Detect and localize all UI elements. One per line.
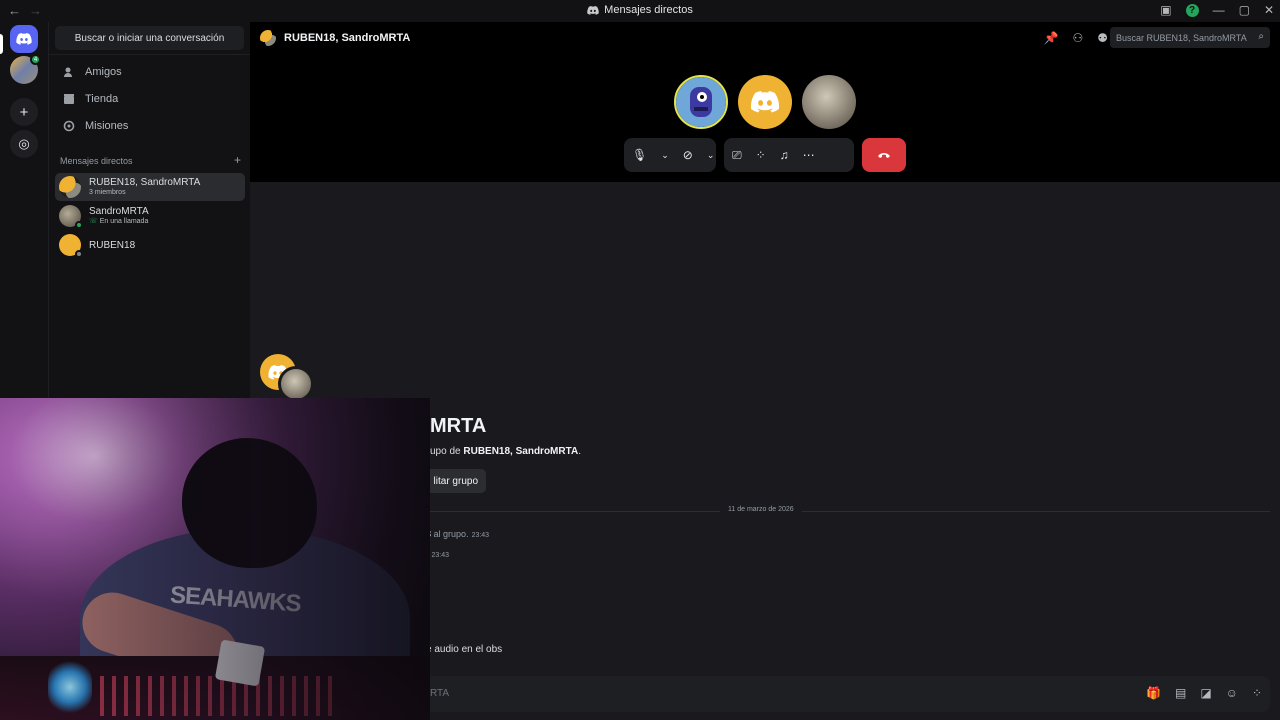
direct-messages-button[interactable] [10, 25, 38, 53]
dm-section-title: Mensajes directos [60, 156, 133, 166]
add-server-button[interactable]: + [10, 98, 38, 126]
timestamp: 23:43 [471, 532, 490, 539]
dm-name: RUBEN18 [89, 239, 136, 251]
sidebar-item-label: Misiones [85, 120, 129, 132]
discord-logo-icon [750, 91, 780, 113]
participant-avatar[interactable] [738, 75, 792, 129]
robot-avatar-icon [676, 77, 726, 127]
unread-badge: 4 [30, 54, 41, 65]
sticker-icon[interactable]: ◪ [1200, 686, 1211, 700]
dm-item-sandromrta[interactable]: SandroMRTA ☏ En una llamada [55, 202, 245, 230]
pin-icon[interactable]: 📌 [1044, 31, 1059, 45]
minimize-button[interactable]: — [1213, 3, 1225, 17]
search-input[interactable]: Buscar RUBEN18, SandroMRTA ⌕ [1110, 27, 1270, 48]
more-options-icon[interactable]: ⋯ [803, 148, 815, 162]
create-dm-button[interactable]: + [234, 153, 241, 167]
window-title-text: Mensajes directos [604, 4, 693, 16]
title-bar: ← → Mensajes directos ▣ ? — ▢ ✕ [0, 0, 1280, 22]
channel-title: RUBEN18, SandroMRTA [284, 32, 411, 44]
maximize-button[interactable]: ▢ [1239, 3, 1250, 17]
participant-avatar[interactable] [802, 75, 856, 129]
compass-icon: ◎ [18, 136, 30, 151]
plus-icon: + [19, 103, 29, 121]
dm-name: RUBEN18, SandroMRTA [89, 177, 201, 188]
channel-header: RUBEN18, SandroMRTA 📌 ⚇ ⚉ Buscar RUBEN18… [250, 22, 1280, 54]
inbox-icon[interactable]: ▣ [1160, 3, 1171, 17]
discord-logo-icon [16, 33, 32, 45]
window-title: Mensajes directos [0, 4, 1280, 16]
microphone-icon[interactable]: 🎙 [632, 148, 647, 162]
activities-icon[interactable]: ⁘ [756, 148, 766, 162]
dm-section-header: Mensajes directos + [60, 153, 241, 167]
avatar [59, 234, 83, 258]
close-button[interactable]: ✕ [1264, 3, 1274, 17]
message-text: e audio en el obs [426, 644, 503, 655]
group-dm-shortcut[interactable]: 4 [10, 54, 41, 84]
dm-name: SandroMRTA [89, 206, 149, 217]
date-label: 11 de marzo de 2026 [720, 506, 802, 513]
screen-share-icon[interactable]: ⎚ [732, 148, 742, 163]
dm-subtitle: 3 miembros [89, 189, 126, 196]
search-placeholder: Buscar RUBEN18, SandroMRTA [1116, 32, 1247, 43]
dm-subtitle: ☏ En una llamada [89, 218, 149, 225]
window-controls: ▣ ? — ▢ ✕ [1160, 3, 1274, 17]
disconnect-button[interactable] [862, 138, 906, 172]
edit-group-button[interactable]: litar grupo [422, 469, 486, 493]
call-controls: 🎙 ⌄ ⊘ ⌄ ⎚ ⁘ ♫ ⋯ [624, 138, 906, 172]
soundboard-icon[interactable]: ♫ [780, 148, 789, 162]
shop-icon [62, 93, 75, 106]
group-avatar [59, 176, 81, 198]
date-divider: 11 de marzo de 2026 [420, 506, 1270, 513]
add-friends-icon[interactable]: ⚇ [1072, 31, 1083, 45]
avatar [59, 205, 83, 229]
webcam-shading [0, 398, 430, 720]
discord-logo-icon [587, 5, 599, 15]
system-message: 3 al grupo.23:43 [426, 529, 490, 539]
find-conversation-button[interactable]: Buscar o iniciar una conversación [55, 26, 244, 50]
message-composer[interactable]: RTA 🎁 ▤ ◪ ☺ ⁘ [420, 676, 1270, 712]
timestamp: 23:43 [431, 552, 450, 559]
chat-description: upo de RUBEN18, SandroMRTA. [430, 446, 581, 457]
offline-status-dot [75, 250, 83, 258]
composer-placeholder: RTA [430, 688, 450, 699]
friends-icon [62, 66, 75, 79]
sidebar-item-quests[interactable]: Misiones [55, 113, 244, 139]
phone-icon: ☏ [89, 218, 100, 225]
apps-icon[interactable]: ⁘ [1252, 686, 1262, 700]
sidebar-item-label: Amigos [85, 66, 122, 78]
selected-indicator [0, 34, 3, 54]
help-icon[interactable]: ? [1185, 3, 1199, 17]
quests-icon [62, 120, 75, 133]
dm-item-group[interactable]: RUBEN18, SandroMRTA 3 miembros [55, 173, 245, 201]
emoji-icon[interactable]: ☺ [1226, 686, 1238, 700]
members-icon[interactable]: ⚉ [1097, 31, 1108, 45]
avatar [278, 366, 314, 402]
header-tools: 📌 ⚇ ⚉ [1044, 31, 1108, 45]
call-status-dot [75, 221, 83, 229]
chat-title: MRTA [430, 415, 487, 437]
group-avatar [260, 30, 276, 46]
sidebar-divider [49, 54, 251, 55]
gif-icon[interactable]: ▤ [1175, 686, 1186, 700]
gift-icon[interactable]: 🎁 [1146, 686, 1161, 700]
search-icon: ⌕ [1258, 31, 1264, 42]
hang-up-icon [878, 153, 890, 158]
sidebar-item-shop[interactable]: Tienda [55, 86, 244, 112]
explore-button[interactable]: ◎ [10, 130, 38, 158]
chevron-down-icon[interactable]: ⌄ [707, 150, 715, 161]
dm-item-ruben18[interactable]: RUBEN18 [55, 231, 245, 259]
call-panel: RUBEN18, SandroMRTA 📌 ⚇ ⚉ Buscar RUBEN18… [250, 22, 1280, 182]
call-participants [674, 75, 856, 129]
composer-tools: 🎁 ▤ ◪ ☺ ⁘ [1146, 686, 1262, 700]
activity-group: ⎚ ⁘ ♫ ⋯ [724, 138, 854, 172]
sidebar-item-label: Tienda [85, 93, 119, 105]
sidebar-item-friends[interactable]: Amigos [55, 59, 244, 85]
camera-off-icon[interactable]: ⊘ [683, 148, 693, 162]
chevron-down-icon[interactable]: ⌄ [661, 150, 669, 161]
audio-video-group: 🎙 ⌄ ⊘ ⌄ [624, 138, 716, 172]
participant-avatar[interactable] [674, 75, 728, 129]
group-icon [260, 354, 316, 402]
webcam-overlay: SEAHAWKS [0, 398, 430, 720]
